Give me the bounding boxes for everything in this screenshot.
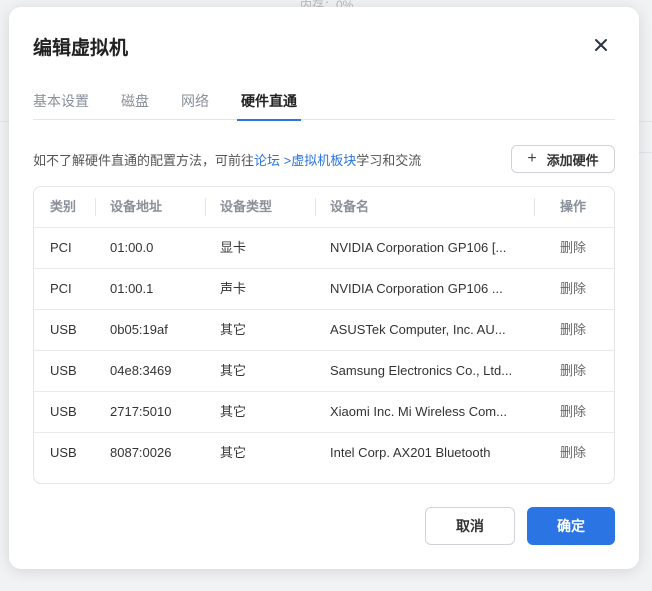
row-type: 其它 bbox=[220, 404, 247, 419]
tab-network[interactable]: 网络 bbox=[181, 87, 209, 120]
row-category: USB bbox=[50, 363, 77, 378]
row-category: USB bbox=[50, 404, 77, 419]
delete-button[interactable]: 删除 bbox=[560, 269, 600, 309]
header-action: 操作 bbox=[560, 199, 587, 214]
row-name: NVIDIA Corporation GP106 ... bbox=[330, 281, 503, 296]
device-table: 类别 设备地址 设备类型 设备名 操作 PCI 01:00.0 显卡 NVIDI… bbox=[33, 186, 615, 484]
plus-icon: + bbox=[527, 150, 537, 167]
row-type: 其它 bbox=[220, 322, 247, 337]
background-divider bbox=[639, 121, 652, 122]
row-type: 声卡 bbox=[220, 281, 247, 296]
tab-basic-settings[interactable]: 基本设置 bbox=[33, 87, 89, 120]
header-category: 类别 bbox=[50, 199, 77, 214]
row-address: 04e8:3469 bbox=[110, 363, 172, 378]
table-row: USB 8087:0026 其它 Intel Corp. AX201 Bluet… bbox=[34, 433, 614, 474]
row-address: 8087:0026 bbox=[110, 445, 172, 460]
table-row: PCI 01:00.1 声卡 NVIDIA Corporation GP106 … bbox=[34, 269, 614, 310]
delete-button[interactable]: 删除 bbox=[560, 310, 600, 350]
row-category: USB bbox=[50, 322, 77, 337]
table-row: PCI 01:00.0 显卡 NVIDIA Corporation GP106 … bbox=[34, 228, 614, 269]
forum-link[interactable]: 论坛 bbox=[254, 153, 280, 168]
row-category: PCI bbox=[50, 281, 72, 296]
column-divider bbox=[205, 198, 206, 216]
row-type: 显卡 bbox=[220, 240, 247, 255]
edit-vm-dialog: 编辑虚拟机 基本设置 磁盘 网络 硬件直通 如不了解硬件直通的配置方法，可前往论… bbox=[9, 7, 639, 569]
close-button[interactable] bbox=[591, 35, 611, 55]
tab-bar: 基本设置 磁盘 网络 硬件直通 bbox=[33, 87, 615, 121]
cancel-button[interactable]: 取消 bbox=[425, 507, 515, 545]
row-type: 其它 bbox=[220, 363, 247, 378]
row-type: 其它 bbox=[220, 445, 247, 460]
row-name: ASUSTek Computer, Inc. AU... bbox=[330, 322, 506, 337]
row-category: PCI bbox=[50, 240, 72, 255]
header-type: 设备类型 bbox=[220, 199, 273, 214]
row-address: 01:00.1 bbox=[110, 281, 154, 296]
add-hardware-button[interactable]: + 添加硬件 bbox=[511, 145, 615, 173]
column-divider bbox=[315, 198, 316, 216]
row-address: 0b05:19af bbox=[110, 322, 168, 337]
passthrough-hint: 如不了解硬件直通的配置方法，可前往论坛 >虚拟机板块学习和交流 bbox=[33, 150, 421, 169]
row-name: Samsung Electronics Co., Ltd... bbox=[330, 363, 513, 378]
hint-suffix: 学习和交流 bbox=[356, 153, 422, 168]
delete-button[interactable]: 删除 bbox=[560, 351, 600, 391]
table-header: 类别 设备地址 设备类型 设备名 操作 bbox=[34, 187, 614, 228]
table-row: USB 2717:5010 其它 Xiaomi Inc. Mi Wireless… bbox=[34, 392, 614, 433]
table-row: USB 0b05:19af 其它 ASUSTek Computer, Inc. … bbox=[34, 310, 614, 351]
header-name: 设备名 bbox=[330, 199, 370, 214]
row-address: 01:00.0 bbox=[110, 240, 154, 255]
row-address: 2717:5010 bbox=[110, 404, 172, 419]
add-hardware-label: 添加硬件 bbox=[546, 152, 599, 168]
column-divider bbox=[95, 198, 96, 216]
background-divider bbox=[0, 121, 9, 122]
delete-button[interactable]: 删除 bbox=[560, 392, 600, 432]
tab-disk[interactable]: 磁盘 bbox=[121, 87, 149, 120]
table-row: USB 04e8:3469 其它 Samsung Electronics Co.… bbox=[34, 351, 614, 392]
confirm-button[interactable]: 确定 bbox=[527, 507, 615, 545]
hint-prefix: 如不了解硬件直通的配置方法，可前往 bbox=[33, 153, 255, 168]
dialog-title: 编辑虚拟机 bbox=[33, 38, 129, 59]
column-divider bbox=[534, 198, 535, 216]
row-name: NVIDIA Corporation GP106 [... bbox=[330, 240, 507, 255]
tab-hardware-passthrough[interactable]: 硬件直通 bbox=[237, 87, 301, 121]
row-name: Intel Corp. AX201 Bluetooth bbox=[330, 445, 491, 460]
background-divider bbox=[639, 152, 652, 153]
vm-board-link[interactable]: >虚拟机板块 bbox=[280, 153, 357, 168]
row-category: USB bbox=[50, 445, 77, 460]
close-icon bbox=[595, 39, 607, 51]
delete-button[interactable]: 删除 bbox=[560, 433, 600, 473]
delete-button[interactable]: 删除 bbox=[560, 228, 600, 268]
header-address: 设备地址 bbox=[110, 199, 163, 214]
row-name: Xiaomi Inc. Mi Wireless Com... bbox=[330, 404, 507, 419]
